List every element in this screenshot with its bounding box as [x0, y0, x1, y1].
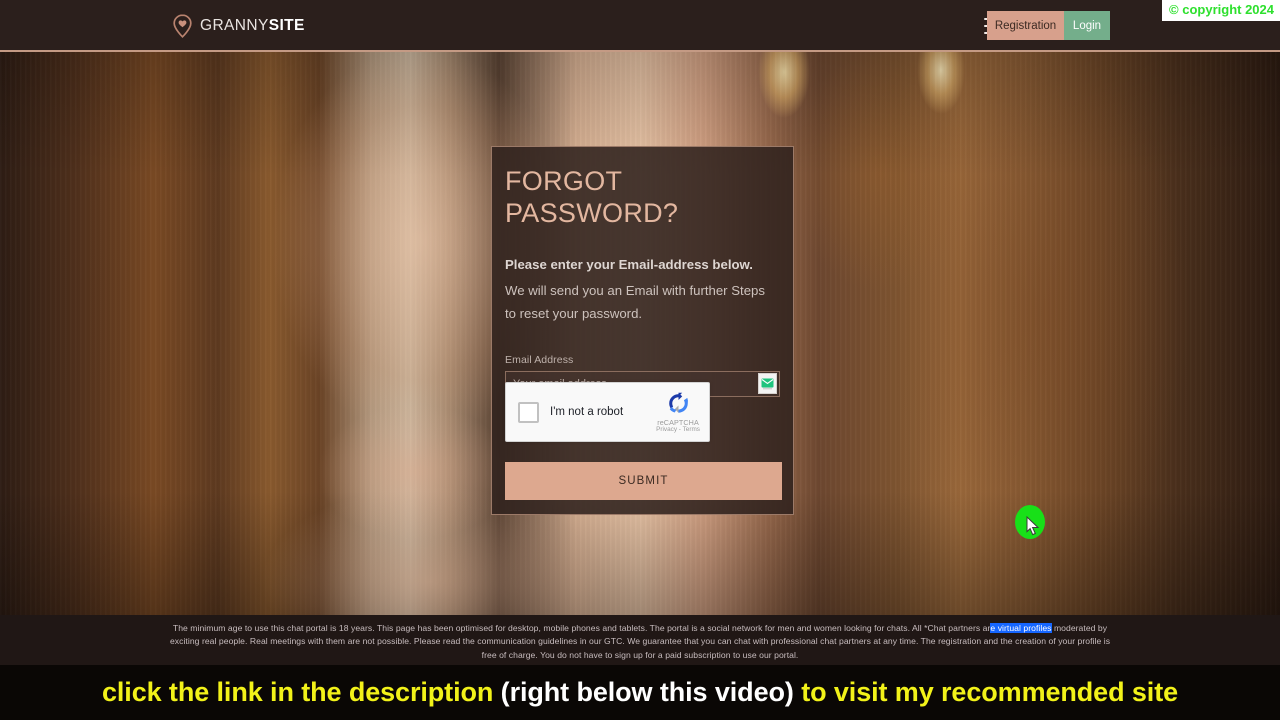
location-pin-heart-icon	[173, 14, 192, 38]
site-header: GRANNYSITE Registration Login	[0, 0, 1280, 52]
recaptcha-checkbox[interactable]	[518, 401, 539, 423]
selected-text-highlight: e virtual profiles	[990, 623, 1052, 633]
recaptcha-logo-icon	[668, 392, 688, 413]
email-field-label: Email Address	[505, 353, 574, 366]
logo-wordmark: GRANNYSITE	[200, 17, 305, 35]
recaptcha-widget[interactable]: I'm not a robot reCAPTCHA Privacy - Term…	[505, 382, 710, 442]
video-subtitle-bar: click the link in the description (right…	[0, 665, 1280, 720]
logo-text-light: GRANNY	[200, 17, 269, 34]
form-sub-line-1: We will send you an Email with further S…	[505, 283, 765, 299]
disclaimer-text: The minimum age to use this chat portal …	[168, 622, 1113, 662]
login-button[interactable]: Login	[1064, 11, 1110, 40]
form-lead-text: Please enter your Email-address below.	[505, 256, 753, 272]
email-envelope-icon[interactable]	[758, 372, 777, 394]
recaptcha-label: I'm not a robot	[550, 406, 624, 418]
mouse-cursor-arrow	[1026, 516, 1040, 536]
recaptcha-terms-label[interactable]: Privacy - Terms	[656, 427, 700, 434]
header-nav-buttons: Registration Login	[987, 11, 1110, 40]
subtitle-text: click the link in the description (right…	[102, 677, 1178, 708]
submit-button[interactable]: SUBMIT	[505, 462, 782, 500]
footer-disclaimer: The minimum age to use this chat portal …	[0, 615, 1280, 665]
subtitle-part-2: (right below this video)	[500, 677, 794, 707]
form-sub-text: We will send you an Email with further S…	[505, 280, 780, 325]
recaptcha-brand-label: reCAPTCHA	[657, 417, 699, 427]
page-title: FORGOT PASSWORD?	[505, 166, 679, 229]
site-logo[interactable]: GRANNYSITE	[172, 14, 305, 38]
disclaimer-line1-a: The minimum age to use this chat portal …	[172, 623, 991, 633]
browser-page: GRANNYSITE Registration Login © copyrigh…	[0, 0, 1280, 720]
registration-button[interactable]: Registration	[987, 11, 1064, 40]
disclaimer-line3: You do not have to sign up for a paid su…	[540, 649, 799, 660]
subtitle-part-1: click the link in the description	[101, 677, 494, 707]
copyright-overlay: © copyright 2024	[1162, 0, 1280, 22]
recaptcha-branding: reCAPTCHA Privacy - Terms	[656, 390, 700, 434]
form-sub-line-2: to reset your password.	[505, 306, 643, 321]
logo-text-bold: SITE	[268, 17, 305, 34]
subtitle-part-3: to visit my recommended site	[801, 677, 1179, 707]
envelope-glyph	[761, 378, 774, 390]
forgot-password-card: FORGOT PASSWORD? Please enter your Email…	[491, 146, 794, 515]
